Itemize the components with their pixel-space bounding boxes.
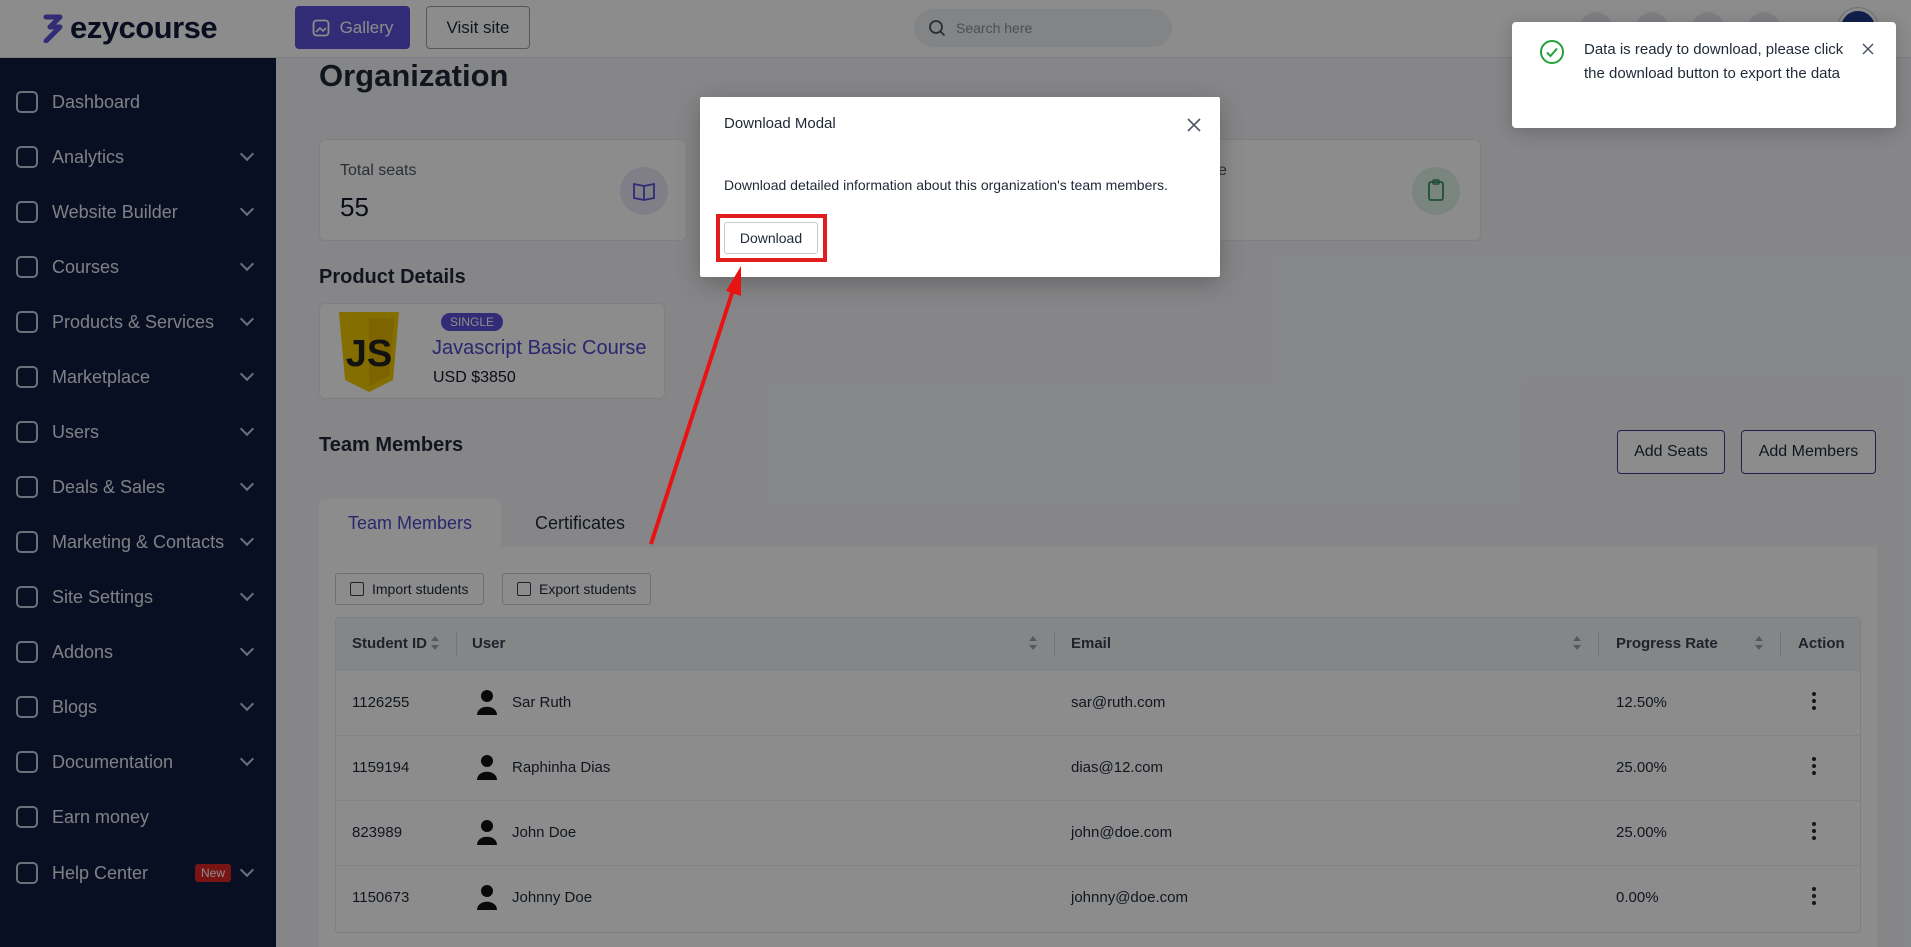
close-icon[interactable]: [1186, 117, 1202, 133]
modal-description: Download detailed information about this…: [724, 177, 1168, 193]
toast-message: Data is ready to download, please click …: [1584, 41, 1844, 82]
download-button-highlight: [716, 214, 827, 262]
success-toast: Data is ready to download, please click …: [1512, 22, 1896, 128]
close-icon[interactable]: [1861, 42, 1875, 56]
check-circle-icon: [1540, 40, 1564, 64]
modal-title: Download Modal: [724, 115, 836, 132]
